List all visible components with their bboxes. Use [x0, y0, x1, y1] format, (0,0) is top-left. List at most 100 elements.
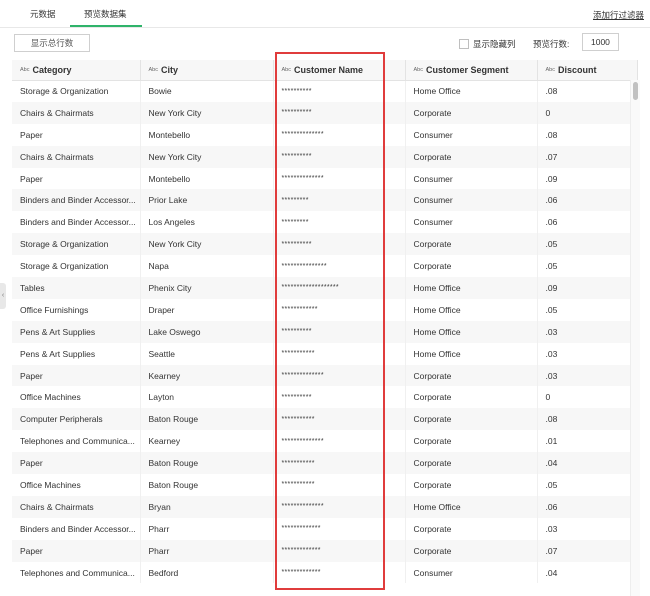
table-cell: ************** [273, 123, 406, 146]
table-cell: Corporate [405, 539, 538, 562]
tab-metadata[interactable]: 元数据 [30, 8, 56, 20]
table-cell: Baton Rouge [140, 474, 274, 496]
collapse-panel-handle[interactable]: ‹ [0, 283, 6, 309]
column-header-label: Customer Segment [425, 64, 509, 75]
table-cell: Seattle [140, 342, 274, 365]
table-cell: Consumer [405, 189, 538, 212]
column-header-label: City [160, 64, 178, 75]
table-cell: .05 [537, 474, 638, 496]
add-row-filter-link[interactable]: 添加行过滤器 [593, 9, 644, 21]
column-header-category[interactable]: Abc Category [12, 60, 141, 81]
table-cell: Paper [12, 364, 141, 387]
column-header-city[interactable]: Abc City [140, 60, 274, 81]
column-header-customer-name[interactable]: Abc Customer Name [273, 60, 406, 81]
table-cell: Telephones and Communica... [12, 430, 141, 453]
table-row: Paper Pharr ************* Corporate .07 [12, 539, 638, 562]
show-hidden-columns-toggle[interactable]: 显示隐藏列 [459, 38, 516, 50]
table-cell: Home Office [405, 320, 538, 343]
table-row: Paper Montebello ************** Consumer .08 [12, 123, 638, 146]
table-cell: .04 [537, 452, 638, 475]
table-cell: Corporate [405, 430, 538, 453]
table-cell: Paper [12, 452, 141, 475]
table-cell: New York City [140, 233, 274, 256]
table-row: Chairs & Chairmats Bryan ************** Hom… [12, 495, 638, 518]
table-cell: Corporate [405, 145, 538, 168]
table-cell: Corporate [405, 408, 538, 431]
table-row: Storage & Organization Bowie ********** Hom… [12, 80, 638, 102]
table-cell: .03 [537, 517, 638, 540]
table-cell: Consumer [405, 167, 538, 190]
table-cell: .06 [537, 189, 638, 212]
preview-table: Abc Category Abc City Abc Customer Name Abc Cus… [12, 60, 638, 584]
table-cell: ************* [273, 539, 406, 562]
table-cell: .05 [537, 298, 638, 321]
table-cell: Kearney [140, 430, 274, 453]
table-row: Chairs & Chairmats New York City *********… [12, 101, 638, 124]
table-cell: ********** [273, 145, 406, 168]
table-cell: Corporate [405, 386, 538, 409]
scrollbar-thumb[interactable] [633, 82, 638, 100]
table-cell: Office Machines [12, 474, 141, 496]
table-cell: Office Furnishings [12, 298, 141, 321]
table-cell: ************** [273, 495, 406, 518]
type-abc-icon: Abc [545, 67, 555, 74]
table-cell: New York City [140, 145, 274, 168]
table-cell: Los Angeles [140, 211, 274, 234]
table-cell: Pens & Art Supplies [12, 320, 141, 343]
table-cell: New York City [140, 101, 274, 124]
table-cell: ************** [273, 430, 406, 453]
table-cell: Prior Lake [140, 189, 274, 212]
table-row: Binders and Binder Accessor... Prior Lake… [12, 189, 638, 212]
table-cell: ********** [273, 320, 406, 343]
table-cell: *********** [273, 474, 406, 496]
table-cell: .08 [537, 80, 638, 102]
table-row: Office Machines Baton Rouge *********** Cor… [12, 474, 638, 496]
vertical-scrollbar[interactable] [630, 80, 640, 596]
table-cell: Layton [140, 386, 274, 409]
table-cell: .06 [537, 211, 638, 234]
table-cell: Paper [12, 167, 141, 190]
column-header-label: Discount [557, 64, 597, 75]
toolbar: 显示总行数 显示隐藏列 预览行数: 1000 [0, 30, 650, 56]
table-cell: Draper [140, 298, 274, 321]
table-cell: Corporate [405, 452, 538, 475]
table-cell: Pharr [140, 517, 274, 540]
column-header-label: Category [32, 64, 72, 75]
type-abc-icon: Abc [20, 67, 30, 74]
show-hidden-columns-checkbox[interactable] [459, 39, 469, 49]
table-cell: ************* [273, 561, 406, 584]
tab-divider [0, 27, 650, 28]
preview-rows-input[interactable]: 1000 [582, 33, 619, 51]
show-total-rows-button[interactable]: 显示总行数 [14, 34, 90, 52]
table-cell: ********** [273, 80, 406, 102]
table-cell: Binders and Binder Accessor... [12, 189, 141, 212]
table-cell: Binders and Binder Accessor... [12, 211, 141, 234]
table-cell: Telephones and Communica... [12, 561, 141, 584]
table-row: Binders and Binder Accessor... Pharr *****… [12, 517, 638, 540]
table-cell: Montebello [140, 167, 274, 190]
tab-preview-dataset[interactable]: 预览数据集 [84, 8, 127, 20]
table-cell: Tables [12, 277, 141, 299]
table-cell: .05 [537, 233, 638, 256]
table-cell: Bryan [140, 495, 274, 518]
preview-table-container: Abc Category Abc City Abc Customer Name Abc Cus… [12, 60, 641, 596]
table-cell: Corporate [405, 233, 538, 256]
table-cell: Consumer [405, 211, 538, 234]
table-row: Storage & Organization Napa **************… [12, 255, 638, 278]
table-cell: Consumer [405, 561, 538, 584]
table-cell: ************** [273, 167, 406, 190]
table-cell: Storage & Organization [12, 80, 141, 102]
column-header-customer-segment[interactable]: Abc Customer Segment [405, 60, 538, 81]
column-header-discount[interactable]: Abc Discount [537, 60, 638, 81]
table-cell: .07 [537, 539, 638, 562]
table-cell: ************* [273, 517, 406, 540]
table-row: Paper Kearney ************** Corporate .03 [12, 364, 638, 387]
table-row: Computer Peripherals Baton Rouge *********… [12, 408, 638, 431]
table-header-row: Abc Category Abc City Abc Customer Name Abc Cus… [12, 60, 638, 81]
table-cell: .07 [537, 145, 638, 168]
table-cell: *********** [273, 408, 406, 431]
table-cell: ********* [273, 211, 406, 234]
table-cell: Computer Peripherals [12, 408, 141, 431]
table-cell: Chairs & Chairmats [12, 101, 141, 124]
table-row: Office Machines Layton ********** Corporate… [12, 386, 638, 409]
